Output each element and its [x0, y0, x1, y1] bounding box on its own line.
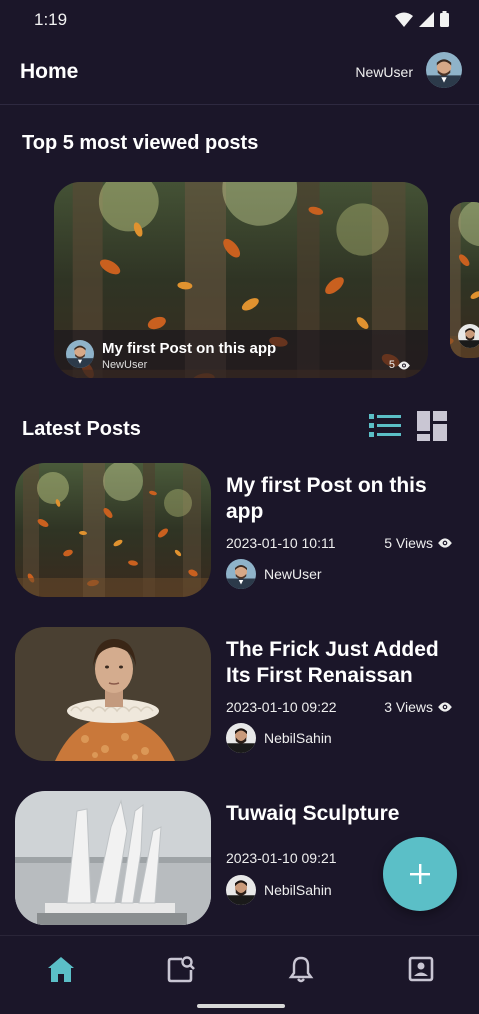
- wifi-icon: [395, 12, 413, 27]
- post-title: The Frick Just Added Its First Renaissan: [226, 638, 439, 687]
- nav-notifications[interactable]: [286, 954, 316, 984]
- views-count: 5: [388, 359, 395, 371]
- post-author-name: NebilSahin: [264, 730, 332, 746]
- header-username[interactable]: NewUser: [355, 64, 413, 80]
- app-bar: Home NewUser: [0, 40, 479, 105]
- post-thumbnail: [15, 463, 211, 597]
- post-date: 2023-01-10 10:11: [226, 535, 336, 551]
- eye-icon: [438, 538, 452, 548]
- grid-view-button[interactable]: [417, 411, 447, 441]
- post-views: 5 Views: [384, 535, 452, 551]
- post-date: 2023-01-10 09:21: [226, 850, 337, 866]
- avatar: [66, 340, 94, 368]
- latest-posts-title: Latest Posts: [22, 418, 141, 440]
- list-view-button[interactable]: [369, 411, 401, 441]
- page-title: Home: [20, 60, 79, 83]
- top-post-views: 5: [389, 359, 410, 371]
- add-post-button[interactable]: [383, 837, 457, 911]
- post-views: 3 Views: [384, 699, 452, 715]
- avatar: [226, 559, 256, 589]
- top-posts-title: Top 5 most viewed posts: [22, 132, 259, 154]
- list-view-icon: [369, 414, 401, 437]
- top-post-author: NewUser: [102, 359, 148, 371]
- views-count: 5 Views: [384, 535, 433, 551]
- home-icon: [48, 957, 74, 982]
- post-thumbnail: [15, 791, 211, 925]
- bell-icon: [288, 956, 314, 983]
- profile-icon: [408, 956, 434, 982]
- battery-icon: [440, 11, 449, 27]
- status-time: 1:19: [34, 10, 68, 29]
- plus-icon: [410, 864, 430, 884]
- list-item[interactable]: The Frick Just Added Its First Renaissan…: [15, 627, 465, 763]
- nav-explore[interactable]: [166, 954, 196, 984]
- top-post-card-next[interactable]: [450, 202, 479, 358]
- nav-profile[interactable]: [406, 954, 436, 984]
- post-author-name: NebilSahin: [264, 882, 332, 898]
- list-item[interactable]: My first Post on this app 2023-01-10 10:…: [15, 463, 465, 599]
- post-author: NebilSahin: [226, 723, 332, 753]
- post-title: My first Post on this app: [226, 474, 427, 523]
- post-author: NebilSahin: [226, 875, 332, 905]
- post-title: Tuwaiq Sculpture: [226, 802, 400, 825]
- nav-home[interactable]: [46, 954, 76, 984]
- top-post-title: My first Post on this app: [102, 340, 277, 357]
- home-indicator: [197, 1004, 285, 1008]
- top-post-card[interactable]: My first Post on this app NewUser 5: [54, 182, 428, 378]
- post-overlay: My first Post on this app NewUser 5: [54, 330, 428, 378]
- status-icons: [395, 11, 449, 27]
- post-author: NewUser: [226, 559, 322, 589]
- avatar[interactable]: [426, 52, 462, 88]
- post-date: 2023-01-10 09:22: [226, 699, 337, 715]
- eye-icon: [398, 361, 410, 369]
- grid-view-icon: [417, 411, 447, 441]
- bottom-nav: [0, 935, 479, 1014]
- post-thumbnail: [15, 627, 211, 761]
- signal-icon: [419, 11, 434, 27]
- avatar: [226, 875, 256, 905]
- explore-icon: [167, 956, 195, 983]
- eye-icon: [438, 702, 452, 712]
- avatar: [458, 324, 479, 348]
- post-author-name: NewUser: [264, 566, 322, 582]
- status-bar: 1:19: [0, 0, 479, 40]
- avatar: [226, 723, 256, 753]
- views-count: 3 Views: [384, 699, 433, 715]
